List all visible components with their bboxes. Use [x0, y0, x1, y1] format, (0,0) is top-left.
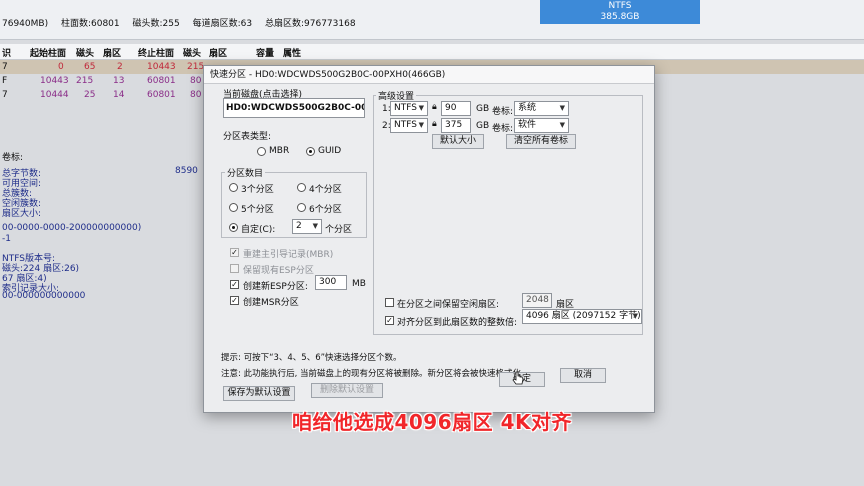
default-size-button[interactable]: 默认大小 [432, 134, 484, 149]
chevron-down-icon: ▼ [312, 222, 318, 230]
keep-free-sectors-checkbox[interactable] [385, 298, 394, 307]
chevron-down-icon: ▼ [559, 121, 565, 129]
align-partitions-checkbox[interactable] [385, 316, 394, 325]
mbr-radio[interactable] [257, 147, 266, 156]
disk-geometry-info: 76940MB) 柱面数:60801 磁头数:255 每道扇区数:63 总扇区数… [2, 19, 356, 29]
lock-icon[interactable]: 🔒︎ [432, 102, 437, 112]
volume-label-text: 卷标: [2, 153, 24, 163]
six-partitions-radio[interactable] [297, 203, 306, 212]
three-partitions-radio[interactable] [229, 183, 238, 192]
partition-2-volume-select[interactable]: 软件 ▼ [514, 118, 569, 133]
hint-text: 提示: 可按下“3、4、5、6”快速选择分区个数。 [221, 353, 402, 363]
chevron-down-icon: ▼ [632, 312, 638, 320]
create-msr-checkbox[interactable] [230, 296, 239, 305]
quick-partition-dialog: 快速分区 - HD0:WDCWDS500G2B0C-00PXH0(466GB) … [203, 65, 655, 413]
alignment-select[interactable]: 4096 扇区 (2097152 字节) ▼ [522, 309, 642, 324]
create-esp-checkbox[interactable] [230, 280, 239, 289]
partition-2-fs-select[interactable]: NTFS ▼ [390, 118, 428, 133]
table-header: 识 起始柱面 磁头 扇区 终止柱面 磁头 扇区 容量 属性 [0, 44, 864, 60]
chevron-down-icon: ▼ [418, 104, 424, 112]
custom-count-select[interactable]: 2 ▼ [292, 219, 322, 234]
esp-size-input[interactable]: 300 [315, 275, 347, 290]
partition-1-size-input[interactable]: 90 [441, 101, 471, 116]
video-caption: 咱给他选成4096扇区 4K对齐 [291, 410, 573, 434]
clear-labels-button[interactable]: 清空所有卷标 [506, 134, 576, 149]
rebuild-mbr-checkbox[interactable] [230, 248, 239, 257]
partition-table-label: 分区表类型: [223, 132, 272, 142]
dialog-title: 快速分区 - HD0:WDCWDS500G2B0C-00PXH0(466GB) [204, 66, 654, 84]
lock-icon[interactable]: 🔒︎ [432, 119, 437, 129]
free-sectors-input[interactable]: 2048 [522, 293, 552, 308]
chevron-down-icon: ▼ [559, 104, 565, 112]
guid-radio[interactable] [306, 147, 315, 156]
disk-partition-widget[interactable]: NTFS 385.8GB [540, 0, 700, 24]
partition-2-size-input[interactable]: 375 [441, 118, 471, 133]
partition-1-fs-select[interactable]: NTFS ▼ [390, 101, 428, 116]
cancel-button[interactable]: 取消 [560, 368, 606, 383]
five-partitions-radio[interactable] [229, 203, 238, 212]
chevron-down-icon: ▼ [418, 121, 424, 129]
keep-esp-checkbox[interactable] [230, 264, 239, 273]
warning-text: 注意: 此功能执行后, 当前磁盘上的现有分区将被删除。新分区将会被快速格式化。 [221, 369, 530, 379]
custom-partitions-radio[interactable] [229, 223, 238, 232]
disk-info-bar: 76940MB) 柱面数:60801 磁头数:255 每道扇区数:63 总扇区数… [0, 0, 864, 40]
current-disk-select[interactable]: HD0:WDCWDS500G2B0C-00PX [223, 98, 365, 118]
save-default-button[interactable]: 保存为默认设置 [223, 386, 295, 401]
mouse-pointer-icon [512, 371, 524, 385]
four-partitions-radio[interactable] [297, 183, 306, 192]
partition-1-volume-select[interactable]: 系统 ▼ [514, 101, 569, 116]
delete-default-button[interactable]: 删除默认设置 [311, 383, 383, 398]
